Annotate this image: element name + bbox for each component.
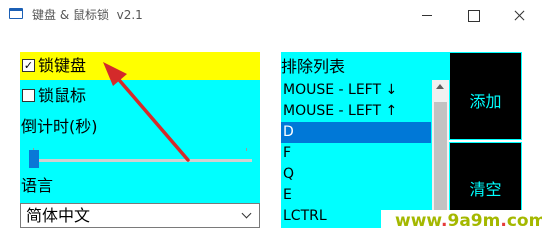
minimize-button[interactable] (404, 0, 450, 30)
site-watermark: www.9a9m.com (381, 210, 542, 234)
list-item[interactable]: Q (281, 164, 431, 185)
add-button-label: 添加 (469, 92, 502, 111)
list-item[interactable]: F (281, 143, 431, 164)
slider-tick-end (246, 148, 247, 151)
countdown-label: 倒计时(秒) (21, 117, 98, 136)
countdown-slider-thumb[interactable] (29, 150, 39, 168)
lock-mouse-checkbox[interactable] (22, 89, 35, 102)
watermark-www: www (395, 211, 442, 231)
window-title: 键盘 & 鼠标锁 v2.1 (32, 8, 143, 22)
exclusion-list-label: 排除列表 (281, 57, 346, 76)
language-value: 简体中文 (26, 206, 91, 225)
clear-button-label: 清空 (469, 180, 502, 199)
language-select[interactable]: 简体中文 (20, 203, 260, 228)
add-button[interactable]: 添加 (449, 52, 522, 140)
exclusion-list[interactable]: MOUSE - LEFT ↓ MOUSE - LEFT ↑ D F Q E LC… (281, 80, 433, 228)
list-item[interactable]: MOUSE - LEFT ↑ (281, 101, 431, 122)
language-label: 语言 (21, 176, 54, 195)
lock-keyboard-label[interactable]: 锁键盘 (38, 56, 86, 76)
countdown-slider-track[interactable] (30, 159, 252, 162)
app-window-icon (9, 8, 23, 19)
list-scrollbar[interactable] (432, 80, 449, 228)
list-item[interactable]: MOUSE - LEFT ↓ (281, 80, 431, 101)
watermark-text: www.9a9m.com (395, 211, 542, 231)
lock-mouse-label[interactable]: 锁鼠标 (38, 86, 86, 106)
lock-keyboard-checkbox[interactable]: ✓ (22, 59, 35, 72)
scrollbar-thumb[interactable] (434, 102, 447, 212)
chevron-down-icon (241, 208, 252, 219)
watermark-tld: com (506, 211, 542, 231)
maximize-button[interactable] (450, 0, 496, 30)
watermark-domain: 9a9m (447, 211, 501, 231)
close-button[interactable] (496, 0, 542, 30)
list-item-selected[interactable]: D (281, 122, 431, 143)
list-item[interactable]: E (281, 185, 431, 206)
scroll-up-arrow-icon[interactable] (436, 84, 444, 89)
title-bar: 键盘 & 鼠标锁 v2.1 (0, 0, 542, 30)
